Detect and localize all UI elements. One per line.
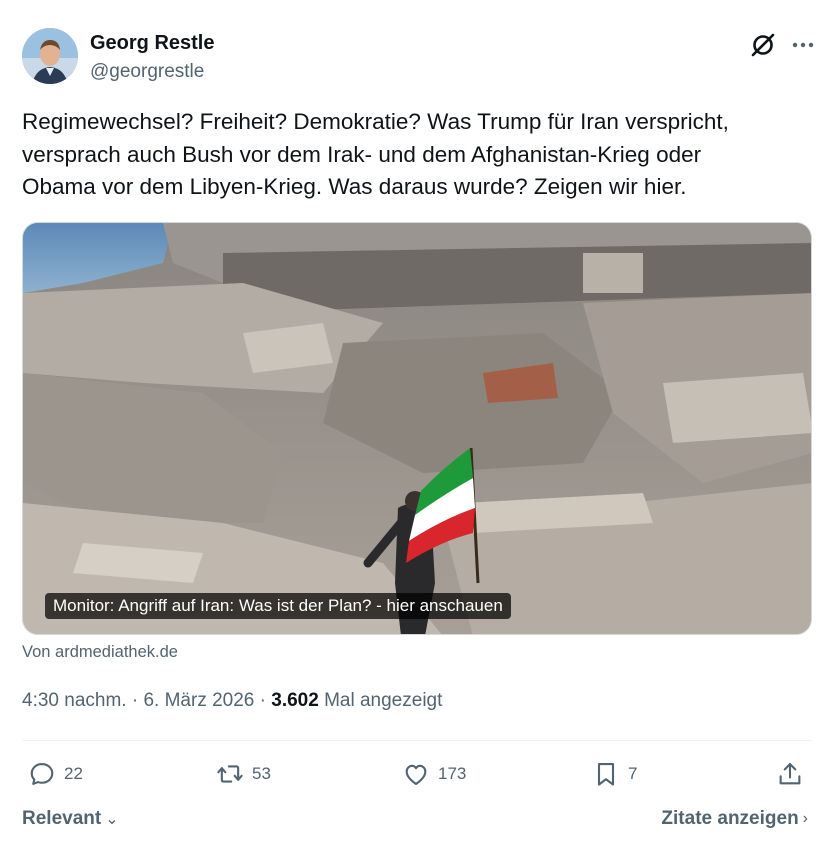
repost-button[interactable]: 53: [216, 756, 271, 792]
card-source[interactable]: Von ardmediathek.de: [22, 643, 178, 662]
reply-icon: [30, 763, 54, 785]
divider: [22, 740, 812, 741]
meta-separator: ·: [126, 690, 144, 711]
bookmark-icon: [597, 763, 615, 786]
author-name[interactable]: Georg Restle: [90, 32, 214, 55]
reply-count: 22: [64, 764, 83, 783]
like-count: 173: [438, 764, 467, 783]
replies-footer: Relevant ⌄ Zitate anzeigen ›: [22, 806, 812, 834]
meta-separator: ·: [254, 690, 272, 711]
share-button[interactable]: [776, 756, 812, 792]
tweet-text: Regimewechsel? Freiheit? Demokratie? Was…: [22, 106, 812, 204]
view-count[interactable]: 3.602: [271, 690, 319, 711]
repost-icon: [217, 765, 243, 783]
tweet-text-line: versprach auch Bush vor dem Irak- und de…: [22, 141, 702, 167]
quotes-label: Zitate anzeigen: [661, 808, 799, 829]
chevron-right-icon: ›: [802, 810, 808, 827]
bookmark-count: 7: [628, 764, 638, 783]
heart-icon: [405, 764, 427, 785]
card-caption: Monitor: Angriff auf Iran: Was ist der P…: [45, 593, 511, 619]
author-handle[interactable]: @georgrestle: [90, 61, 204, 83]
tweet-time[interactable]: 4:30 nachm.: [22, 690, 127, 711]
tweet-meta: 4:30 nachm. · 6. März 2026 · 3.602 Mal a…: [22, 690, 442, 712]
bookmark-button[interactable]: 7: [592, 756, 637, 792]
like-button[interactable]: 173: [402, 756, 466, 792]
sort-label: Relevant: [22, 808, 102, 829]
tweet-date[interactable]: 6. März 2026: [143, 690, 254, 711]
view-quotes-link[interactable]: Zitate anzeigen ›: [661, 808, 808, 830]
tweet-text-line: Obama vor dem Libyen-Krieg. Was daraus w…: [22, 174, 687, 199]
tweet-text-line: Regimewechsel? Freiheit? Demokratie? Was…: [22, 109, 729, 134]
chevron-down-icon: ⌄: [105, 811, 119, 828]
grok-icon[interactable]: [750, 32, 776, 58]
repost-count: 53: [252, 764, 271, 783]
more-icon[interactable]: [790, 32, 816, 58]
sort-dropdown[interactable]: Relevant ⌄: [22, 808, 119, 830]
view-count-label: Mal angezeigt: [318, 690, 443, 711]
reply-button[interactable]: 22: [28, 756, 83, 792]
action-bar: 22 53 173 7: [22, 756, 812, 792]
share-icon: [779, 763, 801, 785]
tweet-header: Georg Restle @georgrestle: [22, 28, 814, 86]
card-image: [23, 223, 811, 634]
avatar[interactable]: [22, 28, 78, 84]
link-card[interactable]: Monitor: Angriff auf Iran: Was ist der P…: [22, 222, 812, 635]
